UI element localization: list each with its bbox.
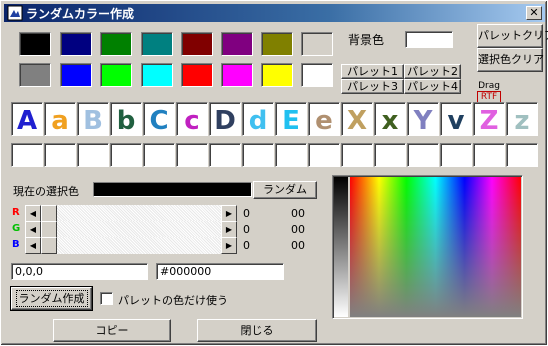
channel-r-label: R: [12, 207, 20, 218]
palette4-button[interactable]: パレット4: [404, 79, 461, 94]
background-color-swatch[interactable]: [405, 31, 453, 48]
slider-thumb[interactable]: [41, 221, 57, 238]
palette-only-checkbox[interactable]: [100, 292, 113, 305]
letter-preview-cell[interactable]: b: [110, 102, 142, 136]
letter-preview-cell[interactable]: Y: [407, 102, 439, 136]
empty-color-cell[interactable]: [77, 143, 109, 167]
channel-b-label: B: [12, 239, 20, 250]
letter-preview-cell[interactable]: X: [341, 102, 373, 136]
letter-preview-cell[interactable]: z: [506, 102, 538, 136]
main-window: ランダムカラー作成 ✕ 背景色 パレットクリア 選択色クリア パレット1 パレッ…: [0, 0, 548, 346]
copy-button[interactable]: コピー: [53, 319, 171, 342]
empty-color-cell[interactable]: [44, 143, 76, 167]
scroll-left-icon[interactable]: ◀: [25, 221, 41, 238]
drag-rtf-icon[interactable]: Drag RTF: [477, 81, 501, 103]
palette1-button[interactable]: パレット1: [341, 64, 404, 79]
letter-preview-cell[interactable]: a: [44, 102, 76, 136]
scroll-right-icon[interactable]: ▶: [221, 237, 237, 254]
palette3-button[interactable]: パレット3: [341, 79, 404, 94]
scroll-right-icon[interactable]: ▶: [221, 221, 237, 238]
letter-preview-cell[interactable]: Z: [473, 102, 505, 136]
letter-preview-cell[interactable]: d: [242, 102, 274, 136]
window-title: ランダムカラー作成: [26, 7, 135, 21]
close-icon[interactable]: ✕: [526, 6, 542, 20]
slider-thumb[interactable]: [41, 237, 57, 254]
channel-g-value: 0: [243, 223, 250, 236]
letter-preview-cell[interactable]: x: [374, 102, 406, 136]
empty-color-cell[interactable]: [473, 143, 505, 167]
empty-color-cell[interactable]: [506, 143, 538, 167]
channel-b-hex: 00: [291, 239, 305, 252]
palette-swatch[interactable]: [301, 63, 333, 87]
app-icon: [7, 5, 23, 21]
channel-g-label: G: [12, 223, 21, 234]
palette-swatch[interactable]: [60, 32, 92, 56]
empty-color-cell[interactable]: [242, 143, 274, 167]
background-label: 背景色: [348, 33, 385, 47]
empty-color-cell[interactable]: [440, 143, 472, 167]
palette-swatch[interactable]: [60, 63, 92, 87]
palette-swatch[interactable]: [181, 32, 213, 56]
hex-text-field[interactable]: #000000: [156, 263, 284, 280]
grayscale-bar[interactable]: [334, 177, 348, 317]
palette-swatch[interactable]: [221, 63, 253, 87]
empty-color-cell[interactable]: [11, 143, 43, 167]
color-spectrum[interactable]: [350, 177, 521, 317]
empty-color-cell[interactable]: [374, 143, 406, 167]
channel-r-hex: 00: [291, 207, 305, 220]
scroll-right-icon[interactable]: ▶: [221, 205, 237, 222]
letter-preview-cell[interactable]: v: [440, 102, 472, 136]
scroll-left-icon[interactable]: ◀: [25, 237, 41, 254]
close-button[interactable]: 閉じる: [197, 319, 317, 342]
palette-swatch[interactable]: [19, 32, 51, 56]
letter-preview-cell[interactable]: E: [275, 102, 307, 136]
letter-preview-cell[interactable]: e: [308, 102, 340, 136]
palette-swatch[interactable]: [301, 32, 333, 56]
palette-swatch[interactable]: [221, 32, 253, 56]
empty-color-cell[interactable]: [341, 143, 373, 167]
drag-text: Drag: [478, 81, 500, 91]
empty-color-cell[interactable]: [308, 143, 340, 167]
empty-color-cell[interactable]: [176, 143, 208, 167]
letter-preview-cell[interactable]: c: [176, 102, 208, 136]
letter-preview-cell[interactable]: B: [77, 102, 109, 136]
palette-swatch[interactable]: [19, 63, 51, 87]
empty-color-cell[interactable]: [209, 143, 241, 167]
clear-palette-button[interactable]: パレットクリア: [477, 24, 548, 48]
palette-swatch[interactable]: [261, 63, 293, 87]
palette-swatch[interactable]: [261, 32, 293, 56]
palette-swatch[interactable]: [100, 32, 132, 56]
palette-swatch[interactable]: [100, 63, 132, 87]
clear-selection-button[interactable]: 選択色クリア: [477, 48, 544, 72]
channel-g-hex: 00: [291, 223, 305, 236]
palette-swatch[interactable]: [141, 63, 173, 87]
empty-color-cell[interactable]: [275, 143, 307, 167]
palette-only-label: パレットの色だけ使う: [118, 294, 228, 307]
palette-swatch[interactable]: [141, 32, 173, 56]
channel-b-value: 0: [243, 239, 250, 252]
title-bar[interactable]: ランダムカラー作成 ✕: [4, 4, 545, 22]
create-random-button[interactable]: ランダム作成: [10, 286, 93, 311]
scroll-left-icon[interactable]: ◀: [25, 205, 41, 222]
random-button[interactable]: ランダム: [253, 181, 317, 199]
current-color-label: 現在の選択色: [13, 185, 79, 198]
palette-swatch[interactable]: [181, 63, 213, 87]
letter-preview-cell[interactable]: C: [143, 102, 175, 136]
channel-r-value: 0: [243, 207, 250, 220]
current-color-swatch: [93, 182, 252, 197]
letter-preview-cell[interactable]: A: [11, 102, 43, 136]
letter-preview-cell[interactable]: D: [209, 102, 241, 136]
empty-color-cell[interactable]: [407, 143, 439, 167]
palette2-button[interactable]: パレット2: [404, 64, 461, 79]
rgb-text-field[interactable]: 0,0,0: [11, 263, 148, 280]
empty-color-cell[interactable]: [110, 143, 142, 167]
empty-color-cell[interactable]: [143, 143, 175, 167]
slider-thumb[interactable]: [41, 205, 57, 222]
